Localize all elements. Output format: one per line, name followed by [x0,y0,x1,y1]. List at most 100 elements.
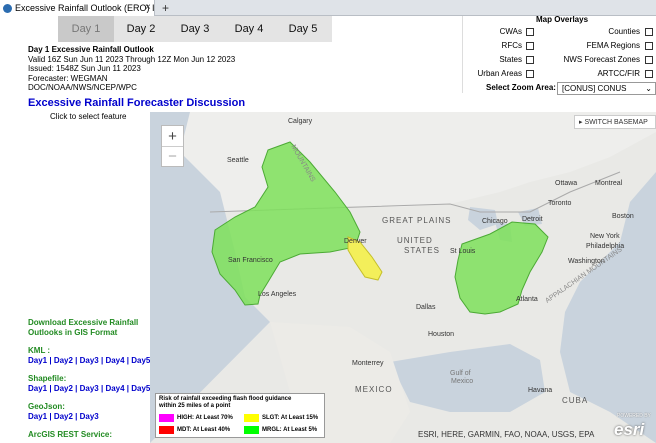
outlook-office: DOC/NOAA/NWS/NCEP/WPC [28,83,137,93]
label-denver: Denver [344,238,367,245]
label-boston: Boston [612,213,634,220]
geojson-label: GeoJson: [28,402,65,411]
label-gulf-2: Mexico [451,378,474,385]
overlay-checkbox-rfcs[interactable] [526,42,534,50]
legend-swatch-slight [244,414,259,422]
legend-item-slight: SLGT: At Least 15% [244,414,318,422]
new-tab-button[interactable]: + [162,0,169,16]
legend-item-moderate: MDT: At Least 40% [159,426,230,434]
overlay-checkbox-cwas[interactable] [526,28,534,36]
browser-tab-title: Excessive Rainfall Outlook (ERO) Intera [15,3,155,13]
overlay-label-artcc-fir: ARTCC/FIR [597,69,640,78]
legend-swatch-high [159,414,174,422]
overlay-checkbox-nws-forecast-zones[interactable] [645,56,653,64]
zoom-area-value: [CONUS] CONUS [562,84,627,93]
switch-basemap-button[interactable]: ▸ SWITCH BASEMAP [574,115,656,129]
outlook-valid: Valid 16Z Sun Jun 11 2023 Through 12Z Mo… [28,54,236,64]
geojson-link-day1[interactable]: Day1 [28,412,47,421]
legend-label-moderate: MDT: At Least 40% [177,427,231,433]
label-chicago: Chicago [482,218,508,225]
arcgis-label: ArcGIS REST Service: [28,430,113,439]
label-montreal: Montreal [595,180,623,187]
outlook-title: Day 1 Excessive Rainfall Outlook [28,45,154,54]
tab-day-1[interactable]: Day 1 [58,16,114,42]
browser-tab[interactable]: Excessive Rainfall Outlook (ERO) Intera … [0,0,155,16]
tab-day-4[interactable]: Day 4 [222,16,276,42]
legend-label-slight: SLGT: At Least 15% [262,415,319,421]
overlay-checkbox-artcc-fir[interactable] [645,70,653,78]
overlay-label-counties: Counties [608,27,640,36]
shapefile-link-day1[interactable]: Day1 [28,384,47,393]
overlay-label-cwas: CWAs [499,27,522,36]
day-tabs: Day 1 Day 2 Day 3 Day 4 Day 5 [58,16,332,42]
esri-logo: esri [614,420,645,439]
kml-link-day3[interactable]: Day3 [80,356,99,365]
shapefile-label: Shapefile: [28,374,67,383]
kml-link-day2[interactable]: Day2 [54,356,73,365]
label-calgary: Calgary [288,118,313,125]
shapefile-link-day4[interactable]: Day4 [105,384,124,393]
label-gulf-1: Gulf of [450,370,471,377]
gis-title-line1: Download Excessive Rainfall [28,318,139,327]
label-san-francisco: San Francisco [228,257,273,264]
label-dallas: Dallas [416,304,436,311]
overlay-checkbox-states[interactable] [526,56,534,64]
label-atlanta: Atlanta [516,296,538,303]
shapefile-link-day2[interactable]: Day2 [54,384,73,393]
label-new-york: New York [590,233,620,240]
risk-legend: Risk of rainfall exceeding flash flood g… [155,393,325,438]
legend-item-high: HIGH: At Least 70% [159,414,233,422]
zoom-out-button[interactable]: − [162,146,183,166]
label-toronto: Toronto [548,200,572,207]
overlay-label-nws-forecast-zones: NWS Forecast Zones [563,55,640,64]
outlook-forecaster: Forecaster: WEGMAN [28,73,108,83]
kml-link-day4[interactable]: Day4 [105,356,124,365]
tab-day-5[interactable]: Day 5 [276,16,330,42]
discussion-link[interactable]: Excessive Rainfall Forecaster Discussion [28,97,245,109]
kml-link-day5[interactable]: Day5 [131,356,150,365]
zoom-control: + − [161,125,184,167]
kml-label: KML : [28,346,51,355]
outlook-issued: Issued: 1548Z Sun Jun 11 2023 [28,64,141,74]
overlay-label-urban-areas: Urban Areas [477,69,522,78]
gis-downloads: Download Excessive Rainfall Outlooks in … [28,318,151,439]
label-ottawa: Ottawa [555,180,578,187]
zoom-area-label: Select Zoom Area: [486,83,556,92]
legend-title-line1: Risk of rainfall exceeding flash flood g… [159,396,292,402]
kml-link-day1[interactable]: Day1 [28,356,47,365]
shapefile-link-day3[interactable]: Day3 [80,384,99,393]
label-havana: Havana [528,387,553,394]
overlay-checkbox-fema-regions[interactable] [645,42,653,50]
favicon-icon [3,3,12,13]
label-houston: Houston [428,331,455,338]
tab-day-2[interactable]: Day 2 [114,16,168,42]
overlay-checkbox-counties[interactable] [645,28,653,36]
label-united: UNITED [397,236,433,245]
label-great-plains: GREAT PLAINS [382,216,452,225]
label-cuba: CUBA [562,396,589,405]
shapefile-link-day5[interactable]: Day5 [131,384,150,393]
overlay-title: Map Overlays [536,15,589,24]
close-icon[interactable]: × [145,2,151,13]
powered-by: POWERED BY [617,413,651,419]
legend-swatch-moderate [159,426,174,434]
chevron-down-icon: ⌄ [645,84,652,93]
geojson-link-day2[interactable]: Day2 [54,412,73,421]
legend-swatch-marginal [244,426,259,434]
zoom-area-select[interactable]: [CONUS] CONUS ⌄ [557,82,656,95]
click-hint: Click to select feature [50,112,127,121]
overlay-checkbox-urban-areas[interactable] [526,70,534,78]
overlay-label-fema-regions: FEMA Regions [586,41,640,50]
tab-day-3[interactable]: Day 3 [168,16,222,42]
label-mexico: MEXICO [355,385,393,394]
label-seattle: Seattle [227,157,249,164]
legend-item-marginal: MRGL: At Least 5% [244,426,317,434]
legend-label-marginal: MRGL: At Least 5% [262,427,318,433]
legend-title-line2: within 25 miles of a point [159,403,231,409]
zoom-in-button[interactable]: + [162,126,183,146]
geojson-link-day3[interactable]: Day3 [80,412,99,421]
overlay-label-rfcs: RFCs [501,41,522,50]
browser-tab-bar: Excessive Rainfall Outlook (ERO) Intera … [0,0,656,16]
overlay-label-states: States [499,55,522,64]
legend-label-high: HIGH: At Least 70% [177,415,233,421]
